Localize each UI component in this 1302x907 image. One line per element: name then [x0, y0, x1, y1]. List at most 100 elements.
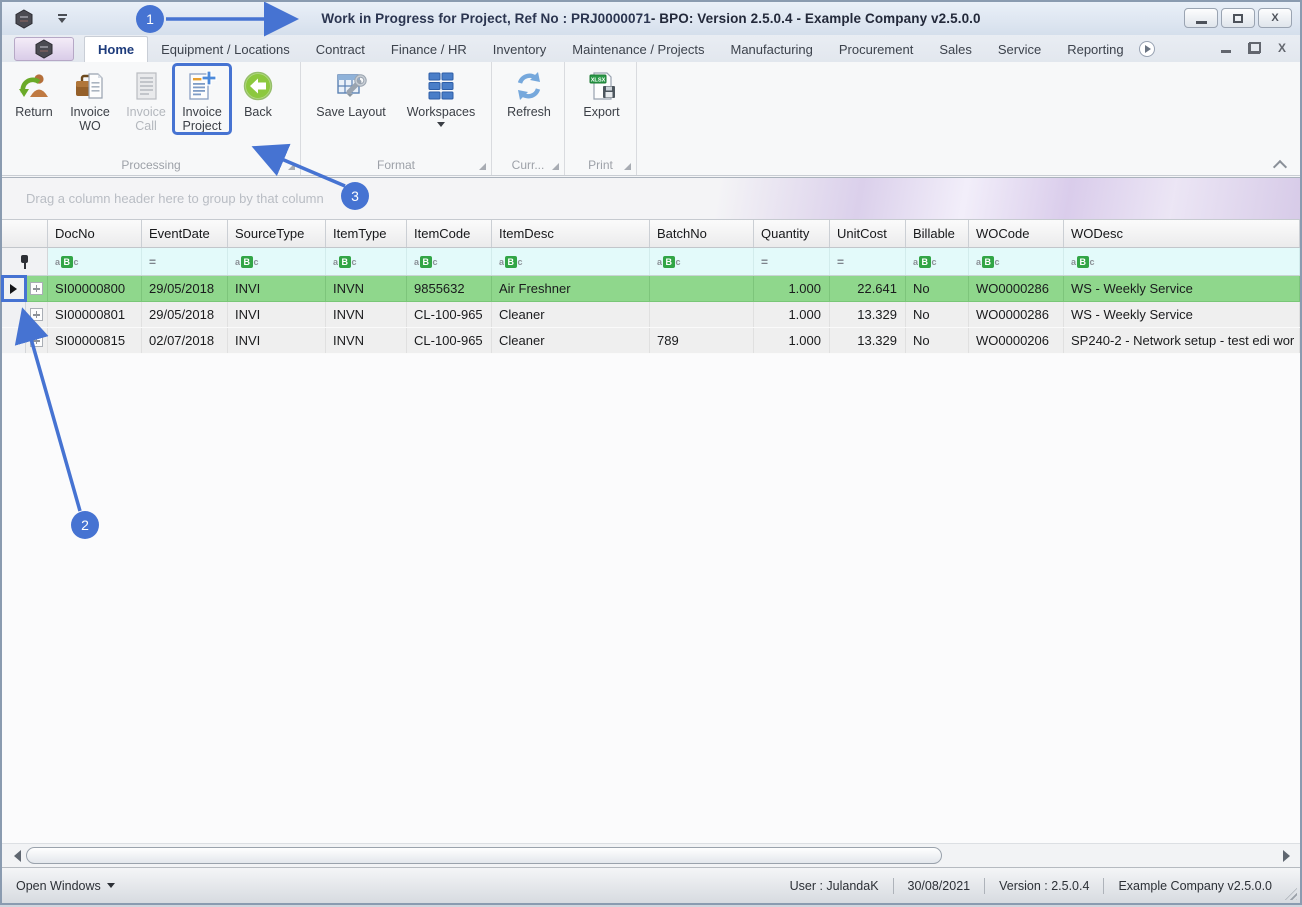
dialog-launcher-icon[interactable] — [479, 163, 486, 170]
group-by-panel[interactable]: Drag a column header here to group by th… — [2, 178, 1300, 220]
cell-wodesc[interactable]: WS - Weekly Service — [1064, 276, 1300, 301]
column-header-docno[interactable]: DocNo — [48, 220, 142, 247]
tab-finance-hr[interactable]: Finance / HR — [378, 36, 480, 62]
row-expand-cell[interactable] — [26, 302, 48, 327]
filter-pin-cell[interactable] — [2, 248, 48, 275]
invoice-wo-button[interactable]: Invoice WO — [62, 65, 118, 133]
invoice-call-button[interactable]: Invoice Call — [118, 65, 174, 133]
tab-scroll-right-icon[interactable] — [1138, 41, 1155, 57]
cell-itemdesc[interactable]: Air Freshner — [492, 276, 650, 301]
cell-billable[interactable]: No — [906, 328, 969, 353]
minimize-button[interactable] — [1184, 8, 1218, 28]
cell-docno[interactable]: SI00000800 — [48, 276, 142, 301]
dialog-launcher-icon[interactable] — [552, 163, 559, 170]
cell-wocode[interactable]: WO0000286 — [969, 302, 1064, 327]
cell-itemdesc[interactable]: Cleaner — [492, 302, 650, 327]
tab-procurement[interactable]: Procurement — [826, 36, 926, 62]
cell-wocode[interactable]: WO0000206 — [969, 328, 1064, 353]
cell-quantity[interactable]: 1.000 — [754, 276, 830, 301]
mdi-restore-icon[interactable] — [1247, 42, 1261, 54]
invoice-project-button[interactable]: Invoice Project — [172, 63, 232, 135]
tab-sales[interactable]: Sales — [926, 36, 985, 62]
column-header-itemtype[interactable]: ItemType — [326, 220, 407, 247]
dialog-launcher-icon[interactable] — [288, 163, 295, 170]
cell-batchno[interactable] — [650, 276, 754, 301]
cell-docno[interactable]: SI00000815 — [48, 328, 142, 353]
resize-grip[interactable] — [1285, 888, 1297, 900]
close-button[interactable]: X — [1258, 8, 1292, 28]
cell-itemdesc[interactable]: Cleaner — [492, 328, 650, 353]
mdi-close-icon[interactable]: X — [1278, 42, 1286, 54]
cell-sourcetype[interactable]: INVI — [228, 276, 326, 301]
refresh-button[interactable]: Refresh — [499, 65, 559, 119]
filter-cell-itemdesc[interactable]: aBc — [492, 248, 650, 275]
row-indicator-cell[interactable] — [2, 328, 26, 353]
tab-contract[interactable]: Contract — [303, 36, 378, 62]
dialog-launcher-icon[interactable] — [624, 163, 631, 170]
column-header-sourcetype[interactable]: SourceType — [228, 220, 326, 247]
table-row[interactable]: SI00000800 29/05/2018 INVI INVN 9855632 … — [1, 275, 1300, 302]
cell-itemcode[interactable]: CL-100-965 — [407, 302, 492, 327]
column-header-wodesc[interactable]: WODesc — [1064, 220, 1300, 247]
cell-unitcost[interactable]: 13.329 — [830, 328, 906, 353]
workspaces-button[interactable]: Workspaces — [398, 65, 484, 127]
column-header-billable[interactable]: Billable — [906, 220, 969, 247]
cell-billable[interactable]: No — [906, 276, 969, 301]
row-indicator-cell[interactable] — [2, 302, 26, 327]
column-header-eventdate[interactable]: EventDate — [142, 220, 228, 247]
row-indicator-cell[interactable] — [1, 275, 27, 302]
export-button[interactable]: XLSX Export — [574, 65, 630, 119]
filter-cell-unitcost[interactable]: = — [830, 248, 906, 275]
filter-cell-batchno[interactable]: aBc — [650, 248, 754, 275]
cell-itemtype[interactable]: INVN — [326, 328, 407, 353]
row-expand-cell[interactable] — [26, 276, 48, 301]
cell-eventdate[interactable]: 29/05/2018 — [142, 276, 228, 301]
filter-cell-sourcetype[interactable]: aBc — [228, 248, 326, 275]
cell-itemcode[interactable]: CL-100-965 — [407, 328, 492, 353]
filter-cell-itemcode[interactable]: aBc — [407, 248, 492, 275]
cell-eventdate[interactable]: 29/05/2018 — [142, 302, 228, 327]
tab-reporting[interactable]: Reporting — [1054, 36, 1136, 62]
cell-eventdate[interactable]: 02/07/2018 — [142, 328, 228, 353]
filter-cell-docno[interactable]: aBc — [48, 248, 142, 275]
cell-sourcetype[interactable]: INVI — [228, 302, 326, 327]
scroll-right-icon[interactable] — [1283, 850, 1290, 862]
cell-itemtype[interactable]: INVN — [326, 302, 407, 327]
cell-sourcetype[interactable]: INVI — [228, 328, 326, 353]
filter-cell-quantity[interactable]: = — [754, 248, 830, 275]
cell-unitcost[interactable]: 22.641 — [830, 276, 906, 301]
cell-wodesc[interactable]: SP240-2 - Network setup - test edi wor — [1064, 328, 1300, 353]
tab-manufacturing[interactable]: Manufacturing — [718, 36, 826, 62]
table-row[interactable]: SI00000801 29/05/2018 INVI INVN CL-100-9… — [2, 302, 1300, 328]
column-header-itemcode[interactable]: ItemCode — [407, 220, 492, 247]
scrollbar-thumb[interactable] — [26, 847, 942, 864]
cell-billable[interactable]: No — [906, 302, 969, 327]
tab-equipment-locations[interactable]: Equipment / Locations — [148, 36, 303, 62]
filter-cell-wocode[interactable]: aBc — [969, 248, 1064, 275]
tab-inventory[interactable]: Inventory — [480, 36, 559, 62]
application-menu-button[interactable] — [14, 37, 74, 61]
open-windows-button[interactable]: Open Windows — [16, 879, 115, 893]
column-header-quantity[interactable]: Quantity — [754, 220, 830, 247]
cell-wodesc[interactable]: WS - Weekly Service — [1064, 302, 1300, 327]
filter-cell-wodesc[interactable]: aBc — [1064, 248, 1300, 275]
cell-itemcode[interactable]: 9855632 — [407, 276, 492, 301]
column-header-batchno[interactable]: BatchNo — [650, 220, 754, 247]
cell-quantity[interactable]: 1.000 — [754, 328, 830, 353]
save-layout-button[interactable]: Save Layout — [310, 65, 392, 119]
return-button[interactable]: Return — [6, 65, 62, 119]
horizontal-scrollbar[interactable] — [2, 843, 1300, 868]
cell-wocode[interactable]: WO0000286 — [969, 276, 1064, 301]
cell-batchno[interactable]: 789 — [650, 328, 754, 353]
cell-quantity[interactable]: 1.000 — [754, 302, 830, 327]
collapse-ribbon-icon[interactable] — [1274, 161, 1286, 169]
table-row[interactable]: SI00000815 02/07/2018 INVI INVN CL-100-9… — [2, 328, 1300, 354]
cell-batchno[interactable] — [650, 302, 754, 327]
maximize-button[interactable] — [1221, 8, 1255, 28]
column-header-itemdesc[interactable]: ItemDesc — [492, 220, 650, 247]
column-header-unitcost[interactable]: UnitCost — [830, 220, 906, 247]
filter-cell-eventdate[interactable]: = — [142, 248, 228, 275]
mdi-minimize-icon[interactable] — [1220, 50, 1231, 53]
row-expand-cell[interactable] — [26, 328, 48, 353]
cell-itemtype[interactable]: INVN — [326, 276, 407, 301]
